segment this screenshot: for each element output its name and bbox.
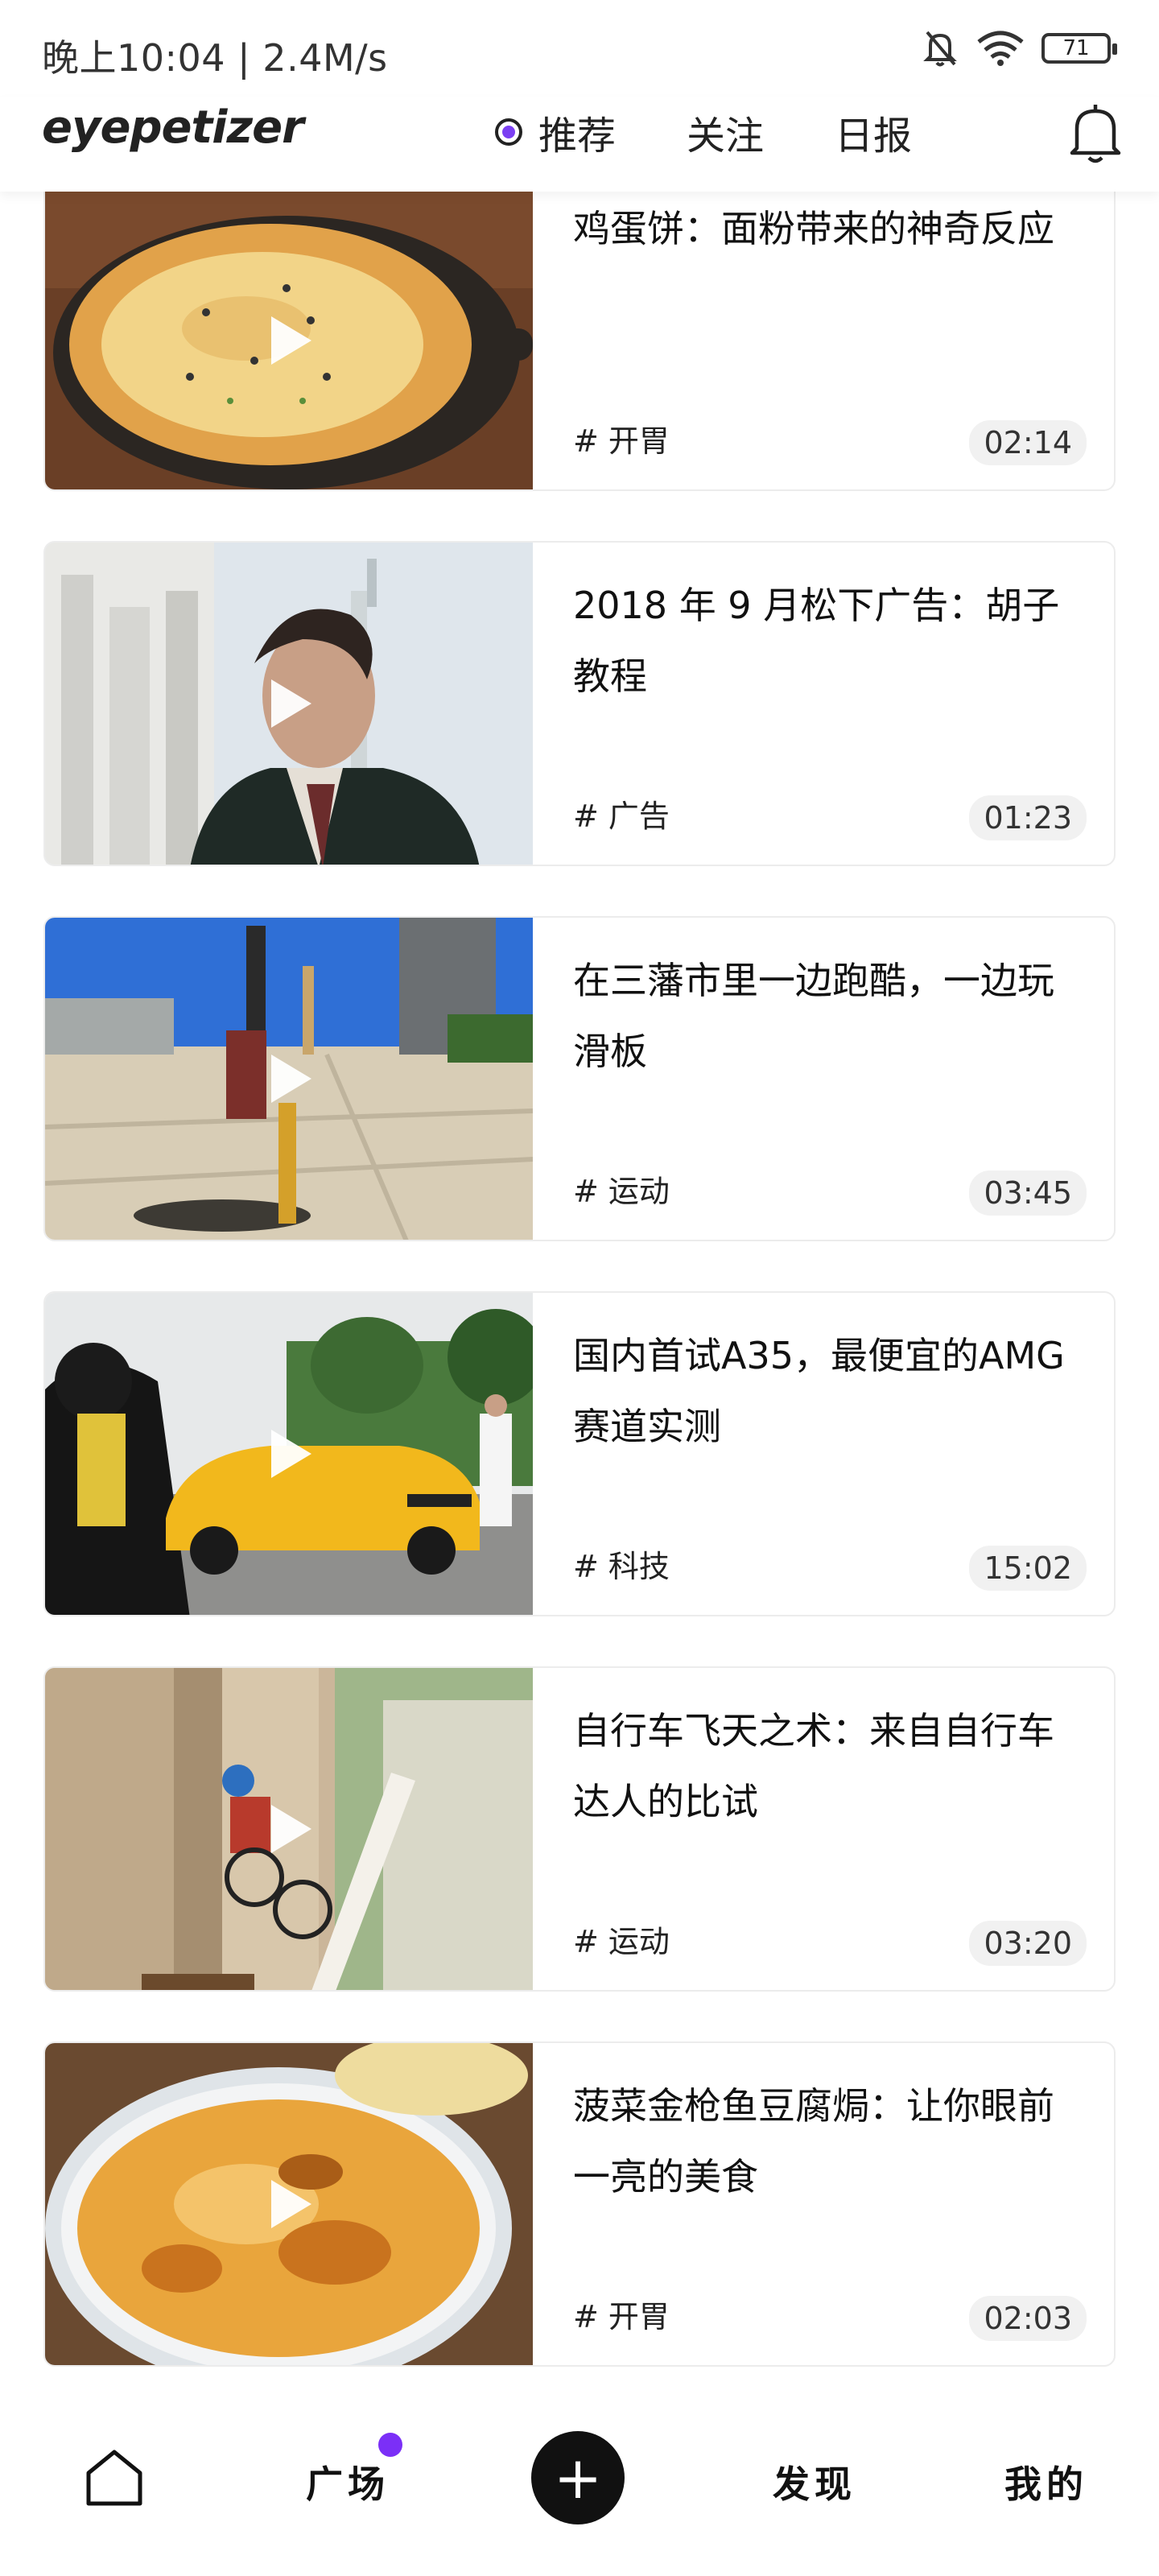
battery-indicator: 71 xyxy=(1041,33,1117,64)
video-title: 在三藩市里一边跑酷，一边玩滑板 xyxy=(573,959,1054,1073)
wifi-icon xyxy=(977,31,1024,66)
video-card[interactable]: 国内首试A35，最便宜的AMG赛道实测 # 科技 15:02 xyxy=(43,1291,1116,1616)
top-tabs: 推荐 关注 日报 xyxy=(495,97,983,167)
video-duration: 02:03 xyxy=(969,2296,1087,2341)
video-tag[interactable]: # 开胃 xyxy=(573,416,670,460)
video-duration: 15:02 xyxy=(969,1546,1087,1591)
video-duration: 03:45 xyxy=(969,1170,1087,1216)
app-header: eyepetizer 推荐 关注 日报 xyxy=(0,97,1159,192)
app-logo: eyepetizer xyxy=(42,101,304,154)
video-tag[interactable]: # 科技 xyxy=(573,1542,670,1586)
video-tag[interactable]: # 广告 xyxy=(573,791,670,836)
battery-level: 71 xyxy=(1062,36,1090,60)
status-icons: 71 xyxy=(921,27,1117,69)
tab-recommend[interactable]: 推荐 xyxy=(495,104,616,160)
video-title: 菠菜金枪鱼豆腐焗：让你眼前一亮的美食 xyxy=(573,2084,1054,2198)
video-title: 2018 年 9 月松下广告：胡子教程 xyxy=(573,584,1060,698)
video-feed: 鸡蛋饼：面粉带来的神奇反应 # 开胃 02:14 2018 年 9 月松下广告：… xyxy=(43,192,1116,2417)
video-thumbnail[interactable] xyxy=(45,918,533,1240)
video-duration: 02:14 xyxy=(969,420,1087,465)
video-card[interactable]: 自行车飞天之术：来自自行车达人的比试 # 运动 03:20 xyxy=(43,1666,1116,1992)
video-card[interactable]: 2018 年 9 月松下广告：胡子教程 # 广告 01:23 xyxy=(43,541,1116,866)
tab-follow-label: 关注 xyxy=(687,114,765,159)
recommend-indicator-icon xyxy=(495,118,522,146)
video-thumbnail[interactable] xyxy=(45,1668,533,1990)
tab-recommend-label: 推荐 xyxy=(538,114,617,159)
play-icon xyxy=(271,316,311,365)
status-bar: 晚上10:04 | 2.4M/s 71 xyxy=(0,0,1159,97)
tab-daily[interactable]: 日报 xyxy=(835,104,912,160)
home-icon[interactable] xyxy=(84,2447,145,2508)
video-duration: 01:23 xyxy=(969,795,1087,840)
play-icon xyxy=(271,1430,311,1478)
video-title: 自行车飞天之术：来自自行车达人的比试 xyxy=(573,1709,1054,1823)
video-thumbnail[interactable] xyxy=(45,192,533,489)
play-icon xyxy=(271,1055,311,1103)
play-icon xyxy=(271,2180,311,2228)
mute-bell-icon xyxy=(923,31,957,67)
video-tag[interactable]: # 运动 xyxy=(573,1917,670,1961)
play-icon xyxy=(271,1805,311,1853)
square-badge xyxy=(378,2433,402,2457)
app-root: 晚上10:04 | 2.4M/s 71 eyepetizer 推荐 关注 日报 … xyxy=(0,0,1159,2576)
nav-mine[interactable]: 我的 xyxy=(1004,2455,1088,2508)
bottom-navigation: 广场 + 发现 我的 xyxy=(0,2383,1159,2576)
video-title: 鸡蛋饼：面粉带来的神奇反应 xyxy=(573,207,1054,250)
video-thumbnail[interactable] xyxy=(45,543,533,865)
status-time: 晚上10:04 | 2.4M/s xyxy=(42,36,388,80)
nav-square[interactable]: 广场 xyxy=(306,2455,390,2508)
video-thumbnail[interactable] xyxy=(45,2043,533,2365)
notification-bell-icon[interactable] xyxy=(1066,101,1125,166)
video-thumbnail[interactable] xyxy=(45,1293,533,1615)
nav-discover[interactable]: 发现 xyxy=(773,2455,856,2508)
tab-follow[interactable]: 关注 xyxy=(687,104,764,160)
video-card[interactable]: 鸡蛋饼：面粉带来的神奇反应 # 开胃 02:14 xyxy=(43,192,1116,491)
play-icon xyxy=(271,679,311,728)
video-duration: 03:20 xyxy=(969,1921,1087,1966)
video-tag[interactable]: # 运动 xyxy=(573,1166,670,1211)
video-title: 国内首试A35，最便宜的AMG赛道实测 xyxy=(573,1334,1065,1448)
video-tag[interactable]: # 开胃 xyxy=(573,2292,670,2336)
create-button[interactable]: + xyxy=(531,2431,625,2524)
tab-daily-label: 日报 xyxy=(835,114,913,159)
video-card[interactable]: 菠菜金枪鱼豆腐焗：让你眼前一亮的美食 # 开胃 02:03 xyxy=(43,2041,1116,2367)
video-card[interactable]: 在三藩市里一边跑酷，一边玩滑板 # 运动 03:45 xyxy=(43,916,1116,1241)
